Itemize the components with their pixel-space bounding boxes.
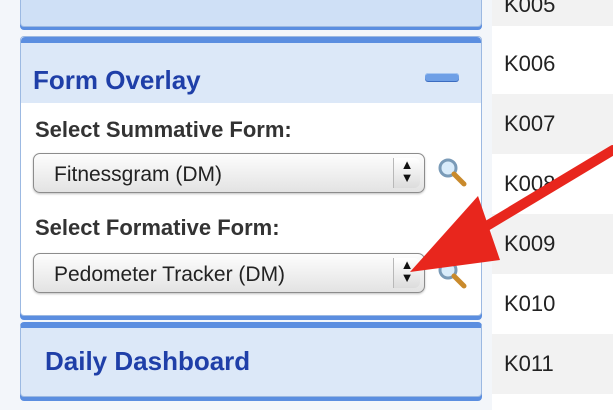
- row-id: K010: [504, 291, 556, 316]
- previous-panel-bottom: [20, 0, 482, 27]
- form-overlay-panel: Form Overlay Select Summative Form: Fitn…: [20, 36, 482, 316]
- summative-form-label: Select Summative Form:: [35, 117, 292, 142]
- formative-form-value: Pedometer Tracker (DM): [54, 263, 286, 286]
- formative-form-select[interactable]: Pedometer Tracker (DM) ▲ ▼: [33, 253, 425, 293]
- row-id: K009: [504, 231, 556, 256]
- table-row[interactable]: K006: [492, 34, 613, 94]
- row-id: K007: [504, 111, 556, 136]
- summative-form-select[interactable]: Fitnessgram (DM) ▲ ▼: [33, 153, 425, 193]
- form-overlay-title: Form Overlay: [33, 65, 201, 95]
- select-updown-icon: ▲ ▼: [393, 258, 420, 288]
- table-row[interactable]: K005: [492, 0, 613, 26]
- row-id: K011: [504, 351, 554, 376]
- formative-magnifier-icon[interactable]: [435, 257, 469, 291]
- table-row[interactable]: K010: [492, 274, 613, 334]
- summative-form-value: Fitnessgram (DM): [54, 163, 223, 186]
- daily-dashboard-panel[interactable]: Daily Dashboard: [20, 322, 482, 397]
- select-updown-icon: ▲ ▼: [393, 158, 420, 188]
- form-overlay-header[interactable]: Form Overlay: [21, 37, 481, 103]
- table-row[interactable]: K011: [492, 334, 613, 394]
- table-row[interactable]: K008: [492, 154, 613, 214]
- formative-form-label: Select Formative Form:: [35, 215, 280, 240]
- collapse-minus-icon[interactable]: [425, 73, 459, 81]
- table-row[interactable]: K009: [492, 214, 613, 274]
- student-id-column: K005 K006 K007 K008 K009 K010 K011: [492, 0, 613, 410]
- row-id: K008: [504, 171, 556, 196]
- summative-magnifier-icon[interactable]: [435, 155, 469, 189]
- sidebar: Form Overlay Select Summative Form: Fitn…: [0, 0, 482, 410]
- row-id: K006: [504, 51, 556, 76]
- row-id: K005: [504, 0, 556, 17]
- daily-dashboard-title: Daily Dashboard: [45, 346, 251, 376]
- table-row[interactable]: K007: [492, 94, 613, 154]
